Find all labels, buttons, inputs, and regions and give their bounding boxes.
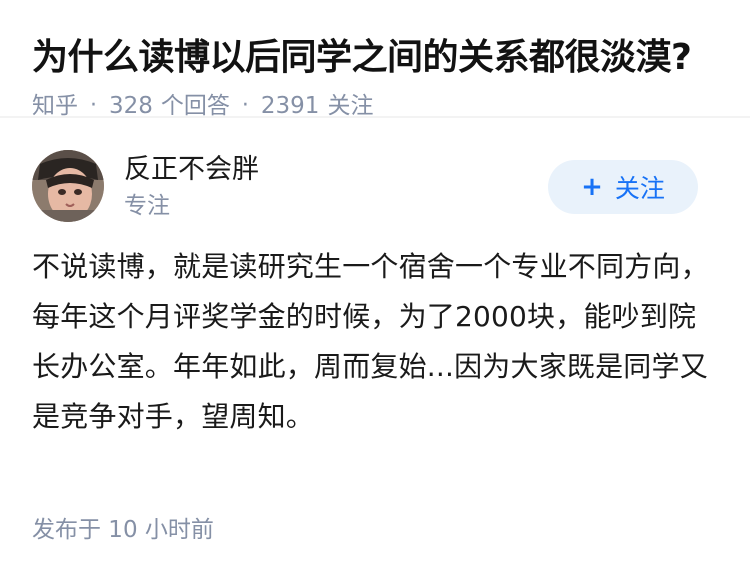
- author-avatar[interactable]: [32, 150, 104, 222]
- question-header: 为什么读博以后同学之间的关系都很淡漠? 知乎 · 328 个回答 · 2391 …: [0, 0, 750, 119]
- meta-separator: ·: [90, 93, 97, 118]
- avatar-image: [32, 150, 104, 222]
- answer-count-label: 个回答: [160, 93, 230, 119]
- answer-card: 反正不会胖 专注 + 关注 不说读博，就是读研究生一个宿舍一个专业不同方向，每年…: [0, 150, 750, 442]
- follow-button[interactable]: + 关注: [548, 160, 698, 214]
- follower-count: 2391: [260, 93, 320, 119]
- question-title[interactable]: 为什么读博以后同学之间的关系都很淡漠?: [32, 34, 718, 82]
- question-meta: 知乎 · 328 个回答 · 2391 关注: [32, 88, 718, 124]
- follower-count-label: 关注: [327, 93, 374, 119]
- author-headline: 专注: [124, 193, 170, 219]
- publish-time: 发布于 10 小时前: [32, 517, 214, 543]
- answer-count: 328: [109, 93, 153, 119]
- author-info: 反正不会胖 专注 + 关注: [32, 150, 718, 250]
- follow-button-label: 关注: [614, 174, 665, 203]
- answer-content[interactable]: 不说读博，就是读研究生一个宿舍一个专业不同方向，每年这个月评奖学金的时候，为了2…: [32, 242, 722, 442]
- meta-separator: ·: [241, 93, 249, 118]
- plus-icon: +: [581, 172, 603, 202]
- author-name[interactable]: 反正不会胖: [124, 152, 259, 188]
- source-label[interactable]: 知乎: [32, 88, 78, 124]
